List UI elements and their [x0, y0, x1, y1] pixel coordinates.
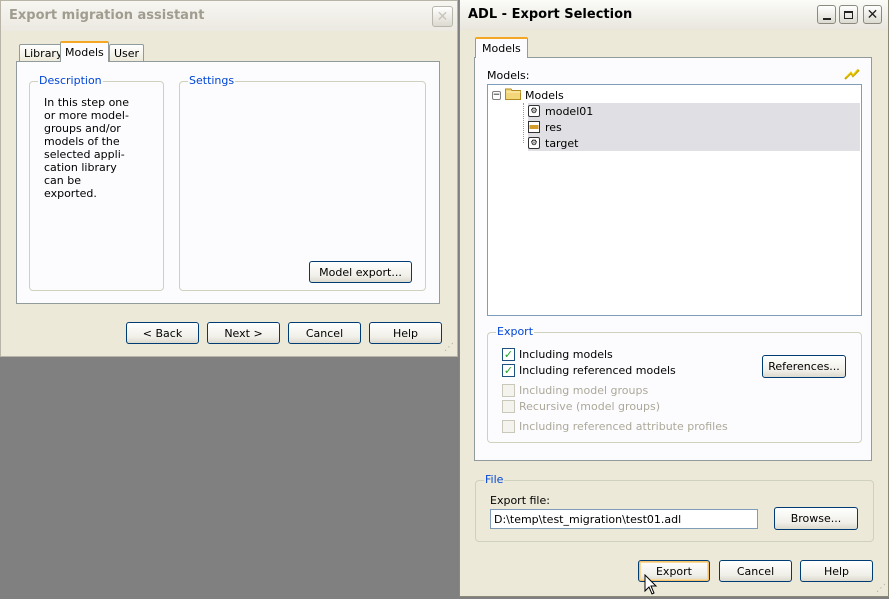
- lightning-icon[interactable]: [844, 68, 860, 80]
- model-export-button[interactable]: Model export...: [309, 261, 412, 283]
- checkbox-unchecked-icon: [502, 400, 515, 413]
- recursive-model-groups-checkbox: Recursive (model groups): [502, 400, 660, 413]
- checkbox-checked-icon[interactable]: ✓: [502, 364, 515, 377]
- minimize-button[interactable]: [817, 5, 836, 24]
- description-line: selected appli-: [44, 148, 125, 161]
- settings-group: Settings Model export...: [179, 74, 426, 291]
- description-line: groups and/or: [44, 122, 121, 135]
- folder-icon: [505, 87, 521, 103]
- file-legend: File: [484, 473, 505, 486]
- including-referenced-attribute-profiles-checkbox: Including referenced attribute profiles: [502, 420, 728, 433]
- browse-button[interactable]: Browse...: [774, 507, 858, 530]
- description-line: or more model-: [44, 109, 129, 122]
- description-legend: Description: [38, 74, 103, 87]
- window-title: ADL - Export Selection: [468, 7, 633, 22]
- back-button[interactable]: < Back: [126, 322, 199, 344]
- export-file-label: Export file:: [490, 494, 550, 507]
- tab-user[interactable]: User: [109, 44, 145, 62]
- maximize-button[interactable]: [839, 5, 858, 24]
- description-text: In this step one or more model- groups a…: [44, 96, 129, 200]
- collapse-icon[interactable]: −: [492, 90, 501, 100]
- tree-node-model01[interactable]: ⚙ model01: [528, 103, 860, 119]
- checkbox-unchecked-icon: [502, 384, 515, 397]
- adl-export-selection-window: ADL - Export Selection ✕ Models Models: …: [459, 0, 889, 597]
- description-group: Description In this step one or more mod…: [29, 74, 164, 291]
- checkbox-label: Including referenced models: [519, 364, 676, 377]
- close-icon: ✕: [436, 8, 449, 25]
- description-line: models of the: [44, 135, 120, 148]
- models-label: Models:: [487, 69, 530, 82]
- settings-legend: Settings: [188, 74, 236, 87]
- tab-models[interactable]: Models: [60, 41, 109, 62]
- description-line: can be: [44, 174, 82, 187]
- tree-node-target[interactable]: ⚙ target: [528, 135, 860, 151]
- next-button[interactable]: Next >: [207, 322, 280, 344]
- checkbox-label: Recursive (model groups): [519, 400, 661, 413]
- window-title: Export migration assistant: [9, 8, 205, 23]
- including-referenced-models-checkbox[interactable]: ✓ Including referenced models: [502, 364, 676, 377]
- model-icon: ⚙: [528, 137, 540, 149]
- help-button[interactable]: Help: [369, 322, 442, 344]
- maximize-icon: [844, 10, 853, 19]
- checkbox-label: Including referenced attribute profiles: [519, 420, 728, 433]
- resize-grip-icon[interactable]: ⋰: [876, 584, 888, 596]
- resize-grip-icon[interactable]: ⋰: [444, 343, 456, 355]
- checkbox-checked-icon[interactable]: ✓: [502, 348, 515, 361]
- cancel-button[interactable]: Cancel: [719, 560, 792, 582]
- checkbox-label: Including models: [519, 348, 613, 361]
- resource-icon: [528, 121, 540, 133]
- including-model-groups-checkbox: Including model groups: [502, 384, 648, 397]
- description-line: exported.: [44, 187, 97, 200]
- close-icon: ✕: [866, 6, 879, 23]
- minimize-icon: [822, 17, 831, 20]
- tab-label: Models: [482, 42, 521, 55]
- tab-label: Library: [24, 47, 63, 60]
- description-line: cation library: [44, 161, 117, 174]
- models-tree[interactable]: − Models ⚙ model01 res ⚙ target: [487, 84, 862, 316]
- tree-label: model01: [545, 104, 594, 118]
- tab-label: Models: [65, 46, 104, 59]
- tab-models[interactable]: Models: [475, 37, 528, 58]
- mouse-cursor-icon: [644, 573, 658, 596]
- tree-label: Models: [525, 88, 564, 102]
- help-button[interactable]: Help: [800, 560, 873, 582]
- including-models-checkbox[interactable]: ✓ Including models: [502, 348, 613, 361]
- tree-node-models[interactable]: − Models: [492, 87, 564, 103]
- checkbox-unchecked-icon: [502, 420, 515, 433]
- file-group: File Export file: Browse...: [475, 473, 874, 542]
- export-legend: Export: [496, 325, 535, 338]
- tree-connector: [523, 103, 525, 143]
- title-bar[interactable]: ADL - Export Selection ✕: [460, 0, 888, 30]
- cancel-button[interactable]: Cancel: [288, 322, 361, 344]
- export-file-input[interactable]: [490, 509, 758, 529]
- tab-label: User: [114, 47, 140, 60]
- models-tab-panel: Models: − Models ⚙ model01 res ⚙ target …: [474, 57, 872, 461]
- description-line: In this step one: [44, 96, 130, 109]
- close-button[interactable]: ✕: [432, 6, 453, 27]
- model-icon: ⚙: [528, 105, 540, 117]
- references-button[interactable]: References...: [762, 355, 846, 378]
- tree-label: res: [545, 120, 562, 134]
- checkbox-label: Including model groups: [519, 384, 649, 397]
- export-migration-assistant-window: Export migration assistant ✕ Library Mod…: [0, 0, 458, 357]
- tree-node-res[interactable]: res: [528, 119, 860, 135]
- tree-label: target: [545, 136, 579, 150]
- export-group: Export ✓ Including models ✓ Including re…: [487, 325, 862, 443]
- close-button[interactable]: ✕: [863, 5, 882, 24]
- models-tab-panel: Description In this step one or more mod…: [16, 61, 440, 304]
- title-bar[interactable]: Export migration assistant ✕: [1, 1, 457, 31]
